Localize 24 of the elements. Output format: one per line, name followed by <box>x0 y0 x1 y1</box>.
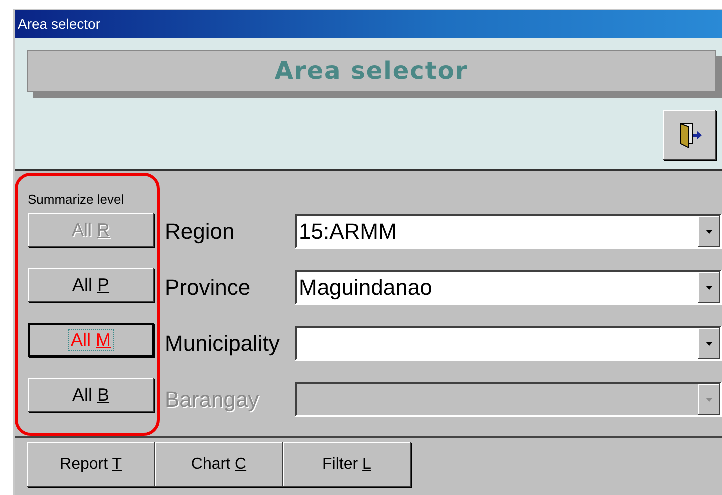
exit-button[interactable] <box>663 110 716 160</box>
caret-icon <box>706 342 712 346</box>
footer-button[interactable]: Chart C <box>155 442 283 487</box>
caret-icon <box>706 230 712 234</box>
dropdown-field[interactable]: Maguindanao <box>295 270 722 305</box>
field-label: Municipality <box>165 330 281 356</box>
dropdown-field[interactable] <box>295 326 722 361</box>
field-label: Region <box>165 218 236 244</box>
window-title: Area selector <box>18 16 100 32</box>
dropdown-button[interactable] <box>698 272 720 303</box>
field-label: Province <box>165 274 252 300</box>
summarize-button[interactable]: All B <box>28 378 154 412</box>
summarize-button[interactable]: All P <box>28 268 154 302</box>
field-value: 15:ARMM <box>298 218 398 246</box>
caret-icon <box>706 286 712 290</box>
field-label: Barangay <box>165 386 260 412</box>
dropdown-field[interactable]: 15:ARMM <box>295 214 722 249</box>
dropdown-button[interactable] <box>698 216 720 247</box>
footer-button[interactable]: Report T <box>27 442 155 487</box>
field-value: Maguindanao <box>298 274 434 302</box>
dropdown-button[interactable] <box>698 328 720 359</box>
caret-icon <box>706 398 712 402</box>
group-label: Summarize level <box>28 192 126 209</box>
footer-button[interactable]: Filter L <box>283 442 411 487</box>
